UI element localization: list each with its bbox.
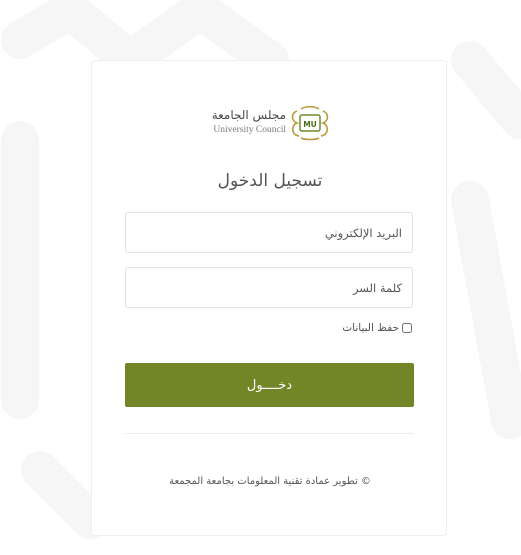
footer-credit: © تطوير عمادة تقنية المعلومات بجامعة الم…: [169, 476, 371, 487]
remember-me-checkbox[interactable]: [402, 323, 412, 333]
divider: [125, 433, 414, 434]
login-card: MU مجلس الجامعة University Council تسجيل…: [91, 60, 447, 536]
login-page: MU مجلس الجامعة University Council تسجيل…: [0, 0, 521, 555]
password-field[interactable]: [125, 267, 413, 308]
remember-me-control[interactable]: حفظ البيانات: [282, 322, 412, 334]
login-button[interactable]: دخــــول: [125, 363, 414, 407]
email-field[interactable]: [125, 212, 413, 253]
university-emblem-icon: MU: [291, 105, 329, 141]
page-title: تسجيل الدخول: [217, 171, 323, 191]
logo-title-en: University Council: [213, 125, 286, 135]
emblem-text: MU: [303, 120, 317, 129]
logo-title-ar: مجلس الجامعة: [211, 108, 286, 122]
remember-me-label: حفظ البيانات: [342, 322, 399, 334]
